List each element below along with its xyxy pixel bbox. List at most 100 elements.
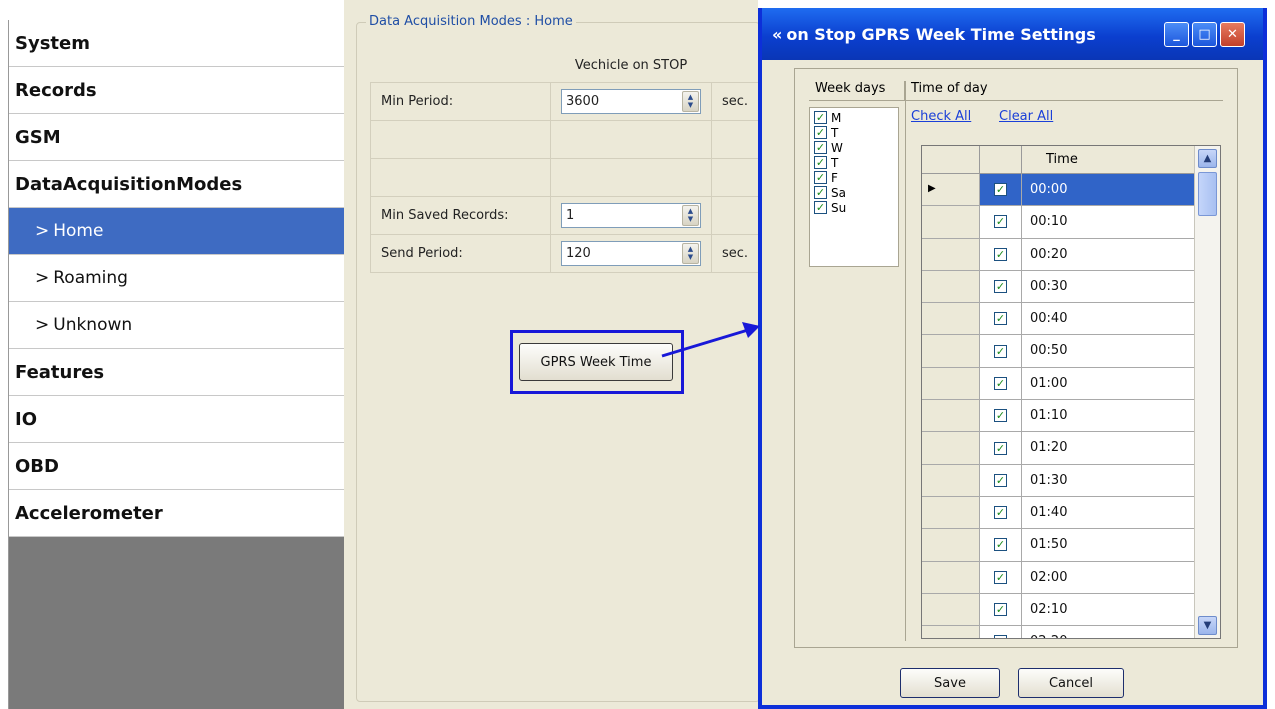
sidebar-item-records[interactable]: Records [9, 67, 344, 114]
spinner-value[interactable]: 1 [566, 208, 574, 223]
sidebar-item-roaming[interactable]: > Roaming [9, 255, 344, 302]
table-row[interactable]: ✓ 02:10 [922, 593, 1194, 627]
checkbox-icon[interactable]: ✓ [994, 409, 1007, 423]
min-period-spinner[interactable]: 3600 ▲ ▼ [561, 88, 701, 114]
time-cell[interactable]: 00:20 [1022, 239, 1194, 270]
week-day-item[interactable]: ✓ W [814, 140, 894, 155]
minimize-icon[interactable]: _ [1164, 22, 1189, 47]
current-row-icon[interactable]: ▶ [922, 174, 980, 206]
scroll-down-icon[interactable]: ▼ [1198, 616, 1217, 635]
spinner-arrows-icon[interactable]: ▲ ▼ [682, 242, 699, 264]
week-day-item[interactable]: ✓ Su [814, 200, 894, 215]
row-selector[interactable] [922, 400, 980, 432]
checkbox-icon[interactable]: ✓ [994, 247, 1007, 261]
table-row[interactable]: ✓ 01:00 [922, 367, 1194, 401]
row-selector[interactable] [922, 238, 980, 270]
table-row[interactable]: ✓ 01:40 [922, 496, 1194, 530]
time-cell[interactable]: 01:30 [1022, 465, 1194, 496]
row-check-cell[interactable]: ✓ [980, 529, 1022, 561]
row-selector[interactable] [922, 270, 980, 303]
checkbox-icon[interactable]: ✓ [994, 215, 1007, 229]
time-cell[interactable]: 01:40 [1022, 497, 1194, 528]
check-all-link[interactable]: Check All [911, 109, 971, 124]
time-cell[interactable]: 02:00 [1022, 562, 1194, 593]
week-day-item[interactable]: ✓ Sa [814, 185, 894, 200]
row-selector[interactable] [922, 432, 980, 464]
row-check-cell[interactable]: ✓ [980, 335, 1022, 367]
checkbox-icon[interactable]: ✓ [994, 473, 1007, 487]
table-row[interactable]: ✓ 00:20 [922, 238, 1194, 271]
row-check-cell[interactable]: ✓ [980, 464, 1022, 496]
checkbox-icon[interactable]: ✓ [994, 344, 1007, 358]
time-cell[interactable]: 01:00 [1022, 368, 1194, 399]
time-column-header[interactable]: Time [1022, 146, 1194, 174]
sidebar-item-obd[interactable]: OBD [9, 443, 344, 490]
row-check-cell[interactable]: ✓ [980, 432, 1022, 464]
time-cell[interactable]: 01:50 [1022, 529, 1194, 560]
time-cell[interactable]: 01:10 [1022, 400, 1194, 431]
spinner-arrows-icon[interactable]: ▲ ▼ [682, 90, 699, 112]
table-row[interactable]: ✓ 00:30 [922, 270, 1194, 304]
time-cell[interactable]: 02:20 [1022, 626, 1194, 638]
checkbox-icon[interactable]: ✓ [994, 376, 1007, 390]
sidebar-item-io[interactable]: IO [9, 396, 344, 443]
row-check-cell[interactable]: ✓ [980, 270, 1022, 303]
sidebar-item-dataacquisitionmodes[interactable]: DataAcquisitionModes [9, 161, 344, 208]
time-cell[interactable]: 01:20 [1022, 432, 1194, 463]
row-check-cell[interactable]: ✓ [980, 400, 1022, 432]
time-cell[interactable]: 00:00 [1022, 174, 1194, 206]
gprs-week-time-button[interactable]: GPRS Week Time [519, 343, 673, 381]
row-check-cell[interactable]: ✓ [980, 174, 1022, 206]
row-check-cell[interactable]: ✓ [980, 593, 1022, 626]
send-period-spinner[interactable]: 120 ▲ ▼ [561, 240, 701, 266]
maximize-icon[interactable]: □ [1192, 22, 1217, 47]
checkbox-icon[interactable]: ✓ [814, 171, 827, 184]
week-day-item[interactable]: ✓ M [814, 110, 894, 125]
checkbox-icon[interactable]: ✓ [994, 635, 1007, 638]
row-selector[interactable] [922, 367, 980, 400]
row-check-cell[interactable]: ✓ [980, 238, 1022, 270]
table-row[interactable]: ✓ 01:30 [922, 464, 1194, 497]
cancel-button[interactable]: Cancel [1018, 668, 1124, 698]
spinner-arrows-icon[interactable]: ▲ ▼ [682, 204, 699, 226]
table-row[interactable]: ✓ 02:20 [922, 626, 1194, 638]
checkbox-icon[interactable]: ✓ [994, 603, 1007, 616]
scroll-up-icon[interactable]: ▲ [1198, 149, 1217, 168]
sidebar-item-features[interactable]: Features [9, 349, 344, 396]
row-selector[interactable] [922, 335, 980, 367]
row-check-cell[interactable]: ✓ [980, 367, 1022, 400]
table-row[interactable]: ▶ ✓ 00:00 [922, 174, 1194, 207]
week-day-item[interactable]: ✓ F [814, 170, 894, 185]
row-check-cell[interactable]: ✓ [980, 626, 1022, 638]
table-row[interactable]: ✓ 00:40 [922, 303, 1194, 336]
checkbox-icon[interactable]: ✓ [814, 186, 827, 199]
checkbox-icon[interactable]: ✓ [814, 141, 827, 154]
checkbox-icon[interactable]: ✓ [994, 280, 1007, 294]
row-selector[interactable] [922, 303, 980, 335]
checkbox-icon[interactable]: ✓ [994, 312, 1007, 326]
checkbox-icon[interactable]: ✓ [814, 126, 827, 139]
sidebar-item-unknown[interactable]: > Unknown [9, 302, 344, 349]
spinner-value[interactable]: 120 [566, 246, 591, 261]
close-icon[interactable]: ✕ [1220, 22, 1245, 47]
table-row[interactable]: ✓ 02:00 [922, 561, 1194, 594]
dialog-titlebar[interactable]: « on Stop GPRS Week Time Settings _ □ ✕ [762, 8, 1263, 60]
table-row[interactable]: ✓ 01:10 [922, 400, 1194, 433]
row-selector[interactable] [922, 626, 980, 638]
row-selector[interactable] [922, 529, 980, 561]
sidebar-item-home[interactable]: > Home [9, 208, 344, 255]
sidebar-item-system[interactable]: System [9, 20, 344, 67]
time-cell[interactable]: 00:10 [1022, 206, 1194, 237]
table-row[interactable]: ✓ 00:50 [922, 335, 1194, 368]
scroll-thumb[interactable] [1198, 172, 1217, 216]
checkbox-icon[interactable]: ✓ [994, 183, 1007, 197]
row-selector[interactable] [922, 464, 980, 496]
checkbox-icon[interactable]: ✓ [994, 441, 1007, 455]
row-check-cell[interactable]: ✓ [980, 303, 1022, 335]
checkbox-icon[interactable]: ✓ [994, 506, 1007, 520]
week-day-item[interactable]: ✓ T [814, 155, 894, 170]
clear-all-link[interactable]: Clear All [999, 109, 1053, 124]
save-button[interactable]: Save [900, 668, 1000, 698]
time-cell[interactable]: 02:10 [1022, 594, 1194, 625]
vertical-scrollbar[interactable]: ▲ ▼ [1194, 146, 1220, 638]
